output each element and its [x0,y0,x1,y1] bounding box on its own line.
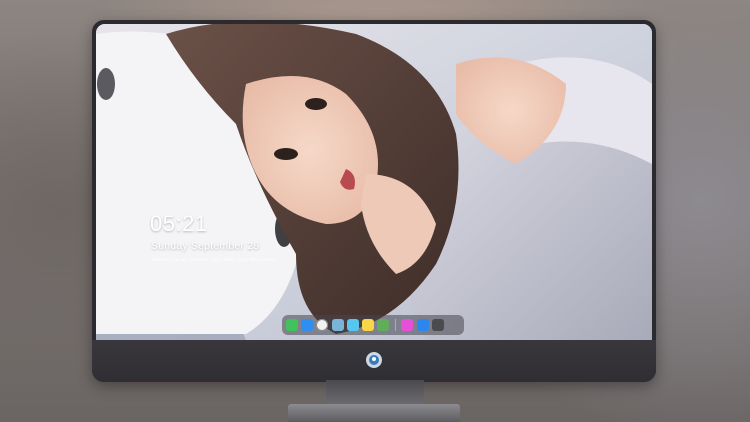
screenshot-icon[interactable] [431,319,444,331]
app-store-icon[interactable] [416,319,429,331]
monitor-stand-neck [326,380,424,406]
itunes-icon[interactable] [401,319,414,331]
messages-icon[interactable] [286,319,298,331]
photos-icon[interactable] [377,319,390,331]
finder-icon[interactable] [301,319,314,331]
screen: 05:21 Sunday September 28 Wherever you a… [96,24,652,340]
clock-icon[interactable] [316,319,329,331]
wallpaper-image [96,24,652,340]
lockscreen-time: 05:21 [150,211,208,236]
dock [282,315,464,335]
lockscreen-date: Sunday September 28 [151,240,260,252]
monitor: 05:21 Sunday September 28 Wherever you a… [92,20,656,382]
notes-icon[interactable] [361,319,374,331]
brand-logo-icon [366,352,382,368]
monitor-chin [92,340,656,382]
dock-separator [395,319,397,331]
lockscreen-quote: Wherever you are, whatever you're doing,… [151,257,275,262]
claquette-icon[interactable] [346,319,359,331]
monitor-stand-base [288,404,460,422]
preview-icon[interactable] [331,319,344,331]
